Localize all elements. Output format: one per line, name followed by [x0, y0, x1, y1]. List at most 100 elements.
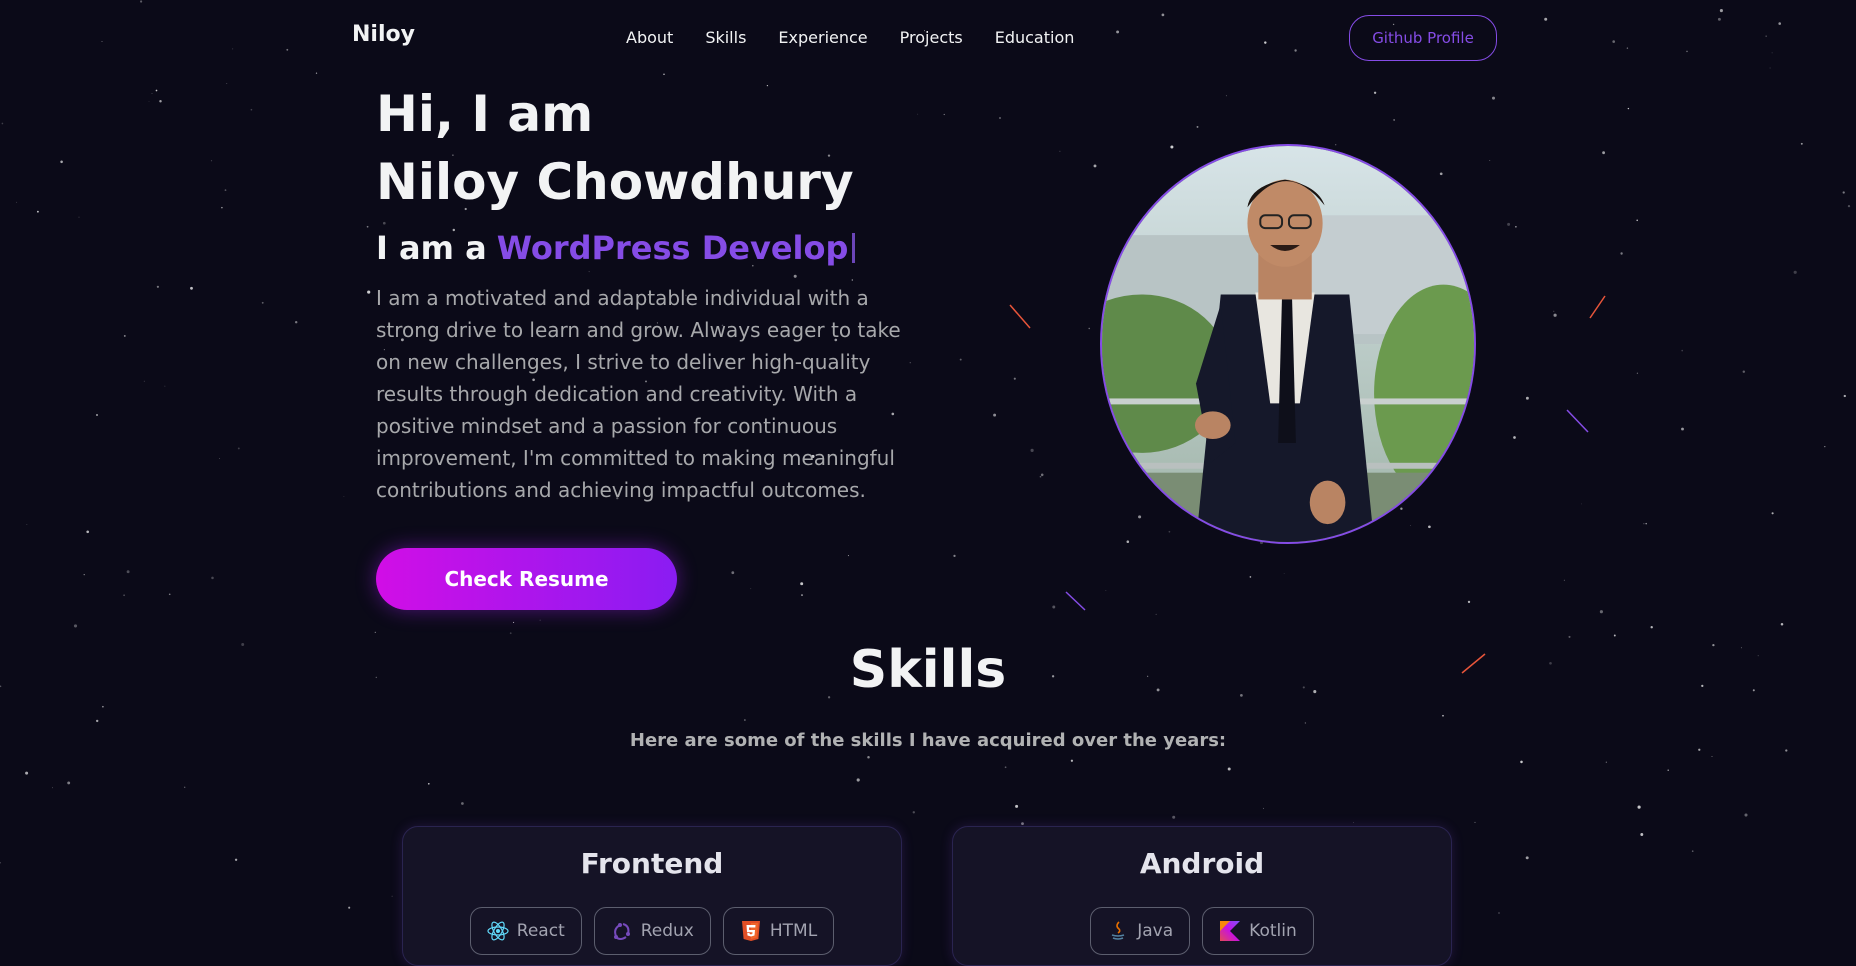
star — [1021, 822, 1024, 826]
star — [539, 619, 541, 621]
star — [1742, 370, 1746, 373]
star — [1778, 22, 1781, 25]
star — [856, 778, 860, 782]
star — [1686, 50, 1688, 53]
star — [237, 447, 240, 450]
hero-description: I am a motivated and adaptable individua… — [376, 286, 901, 502]
shooting-star — [1589, 295, 1606, 319]
star — [1039, 475, 1042, 478]
star — [793, 274, 797, 278]
star — [1681, 427, 1684, 431]
star — [1613, 634, 1616, 637]
skill-card-android: Android Java Kotlin — [952, 826, 1452, 966]
star — [1059, 150, 1061, 152]
star — [1474, 821, 1476, 823]
shooting-star — [1566, 409, 1589, 433]
star — [1800, 142, 1803, 145]
star — [25, 771, 29, 775]
star — [1602, 151, 1605, 155]
star — [102, 705, 104, 708]
star — [1507, 222, 1511, 226]
role-prefix: I am a — [376, 229, 487, 267]
star — [1650, 626, 1653, 629]
star — [1030, 448, 1034, 452]
star — [1015, 804, 1019, 808]
star — [1563, 579, 1565, 581]
star — [1765, 35, 1767, 37]
star — [1515, 226, 1517, 228]
star — [123, 334, 126, 337]
star — [461, 802, 464, 805]
star — [151, 93, 153, 94]
star — [73, 624, 78, 628]
main-nav: About Skills Experience Projects Educati… — [626, 28, 1074, 47]
shooting-star — [1065, 591, 1086, 611]
star — [1393, 119, 1395, 121]
star — [1842, 191, 1845, 194]
star — [731, 571, 735, 575]
star — [1093, 164, 1097, 168]
star — [1373, 91, 1377, 94]
profile-photo — [1100, 144, 1476, 544]
star — [1793, 270, 1797, 274]
typing-cursor — [852, 233, 856, 263]
star — [374, 631, 376, 634]
skill-chip-java: Java — [1090, 907, 1191, 955]
star — [1771, 52, 1773, 54]
star — [1116, 30, 1120, 34]
starfield-background — [0, 0, 1851, 924]
star — [221, 206, 223, 209]
nav-link-about[interactable]: About — [626, 28, 673, 47]
star — [1780, 622, 1784, 626]
nav-link-skills[interactable]: Skills — [705, 28, 746, 47]
star — [315, 72, 318, 74]
star — [1353, 822, 1354, 823]
star — [1467, 600, 1471, 604]
star — [156, 285, 159, 288]
github-profile-button[interactable]: Github Profile — [1349, 15, 1497, 61]
star — [1513, 436, 1516, 439]
skill-card-title: Android — [1139, 847, 1265, 880]
star — [1249, 576, 1252, 578]
star — [1168, 530, 1171, 533]
skill-chip-label: Java — [1137, 921, 1174, 941]
star — [168, 593, 171, 596]
star — [95, 413, 99, 417]
star — [37, 210, 39, 213]
star — [1126, 540, 1130, 543]
star — [912, 811, 915, 814]
star — [1719, 9, 1723, 13]
shooting-star — [1009, 304, 1031, 329]
star — [1161, 13, 1165, 17]
skill-chip-kotlin: Kotlin — [1202, 907, 1314, 955]
star — [1525, 856, 1529, 860]
star — [67, 781, 71, 785]
star — [1636, 372, 1639, 374]
star — [1605, 761, 1607, 763]
nav-link-experience[interactable]: Experience — [778, 28, 867, 47]
star — [101, 41, 103, 43]
star — [226, 83, 228, 84]
brand-logo[interactable]: Niloy — [352, 22, 415, 47]
star — [1439, 172, 1443, 176]
skills-subheading: Here are some of the skills I have acqui… — [629, 730, 1227, 751]
nav-link-projects[interactable]: Projects — [900, 28, 963, 47]
star — [1645, 522, 1647, 525]
skills-heading: Skills — [849, 640, 1007, 700]
skill-chip-label: HTML — [769, 921, 818, 941]
star — [366, 225, 369, 228]
star — [1553, 310, 1555, 312]
star — [509, 632, 512, 635]
nav-link-education[interactable]: Education — [995, 28, 1075, 47]
star — [1553, 313, 1557, 317]
check-resume-button[interactable]: Check Resume — [376, 548, 677, 610]
star — [1304, 722, 1307, 724]
star — [663, 73, 665, 75]
star — [286, 48, 289, 51]
star — [1400, 507, 1403, 510]
star — [1172, 815, 1176, 819]
star — [1070, 759, 1074, 762]
star — [1525, 396, 1529, 400]
skill-chip-label: Redux — [640, 921, 694, 941]
role-typed-text: WordPress Develop — [496, 229, 849, 267]
